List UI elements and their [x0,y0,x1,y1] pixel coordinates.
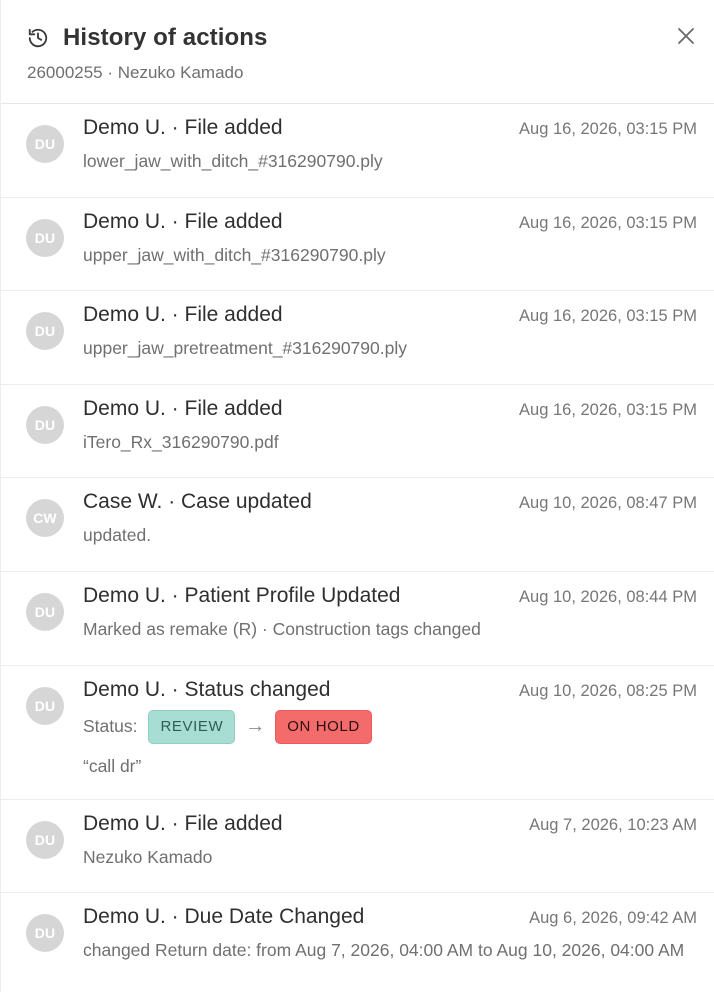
history-list: DU Demo U. · File added Aug 16, 2026, 03… [1,104,714,992]
history-entry: CW Case W. · Case updated Aug 10, 2026, … [1,478,714,572]
history-entry: DU Demo U. · File added Aug 16, 2026, 03… [1,104,714,198]
avatar: CW [26,499,64,538]
entry-action: Demo U. · Due Date Changed [83,905,365,929]
history-icon [27,27,49,49]
entry-action: Demo U. · File added [83,116,283,139]
entry-action: Demo U. · Patient Profile Updated [83,583,401,607]
avatar: DU [26,405,64,444]
history-entry-status: DU Demo U. · Status changed Aug 10, 2026… [1,666,714,800]
status-badge-review: REVIEW [148,709,236,744]
entry-timestamp: Aug 16, 2026, 03:15 PM [519,213,697,232]
entry-detail: Nezuko Kamado [83,846,213,867]
avatar: DU [26,218,64,257]
entry-timestamp: Aug 6, 2026, 09:42 AM [529,909,697,928]
history-entry: DU Demo U. · Patient Profile Updated Aug… [1,572,714,666]
entry-timestamp: Aug 10, 2026, 08:44 PM [519,587,697,606]
case-subtitle: 26000255 · Nezuko Kamado [27,63,244,82]
entry-detail: lower_jaw_with_ditch_#316290790.ply [83,151,383,171]
entry-action: Demo U. · File added [83,396,283,420]
entry-timestamp: Aug 7, 2026, 10:23 AM [529,815,697,834]
close-button[interactable] [674,24,698,48]
avatar: DU [26,820,64,859]
avatar: DU [26,592,64,631]
page-title: History of actions [63,24,268,51]
entry-timestamp: Aug 16, 2026, 03:15 PM [519,120,697,138]
panel-header: History of actions 26000255 · Nezuko Kam… [1,0,714,104]
avatar: DU [26,686,64,725]
entry-detail: upper_jaw_pretreatment_#316290790.ply [83,338,407,359]
avatar: DU [26,125,64,163]
avatar: DU [26,914,64,953]
history-entry: DU Demo U. · File added Aug 16, 2026, 03… [1,291,714,385]
entry-detail: updated. [83,525,152,546]
avatar: DU [26,312,64,351]
entry-timestamp: Aug 16, 2026, 03:15 PM [519,307,697,326]
entry-action: Demo U. · File added [83,811,283,835]
entry-action: Demo U. · File added [83,303,283,327]
history-entry: DU Demo U. · File added Aug 16, 2026, 03… [1,198,714,292]
entry-action: Case W. · Case updated [83,490,312,514]
status-badge-on-hold: ON HOLD [275,709,372,744]
history-panel: History of actions 26000255 · Nezuko Kam… [0,0,714,992]
history-entry: DU Demo U. · File added Aug 16, 2026, 03… [1,385,714,479]
entry-detail: Marked as remake (R) · Construction tags… [83,618,481,639]
entry-timestamp: Aug 16, 2026, 03:15 PM [519,400,697,419]
entry-timestamp: Aug 10, 2026, 08:47 PM [519,494,697,513]
status-note: “call dr” [83,755,142,776]
entry-detail: upper_jaw_with_ditch_#316290790.ply [83,244,386,265]
status-change-line: Status: REVIEW → ON HOLD [83,709,697,744]
status-label: Status: [83,716,138,737]
close-icon [678,28,694,44]
history-entry: DU Demo U. · File added Aug 7, 2026, 10:… [1,800,714,894]
arrow-right-icon: → [245,715,266,738]
entry-detail: changed Return date: from Aug 7, 2026, 0… [83,940,685,961]
entry-detail: iTero_Rx_316290790.pdf [83,431,279,452]
history-entry: DU Demo U. · Due Date Changed Aug 6, 202… [1,893,714,992]
title-row: History of actions [27,22,688,54]
entry-action: Demo U. · File added [83,209,283,233]
entry-action: Demo U. · Status changed [83,677,331,701]
entry-timestamp: Aug 10, 2026, 08:25 PM [519,681,697,700]
